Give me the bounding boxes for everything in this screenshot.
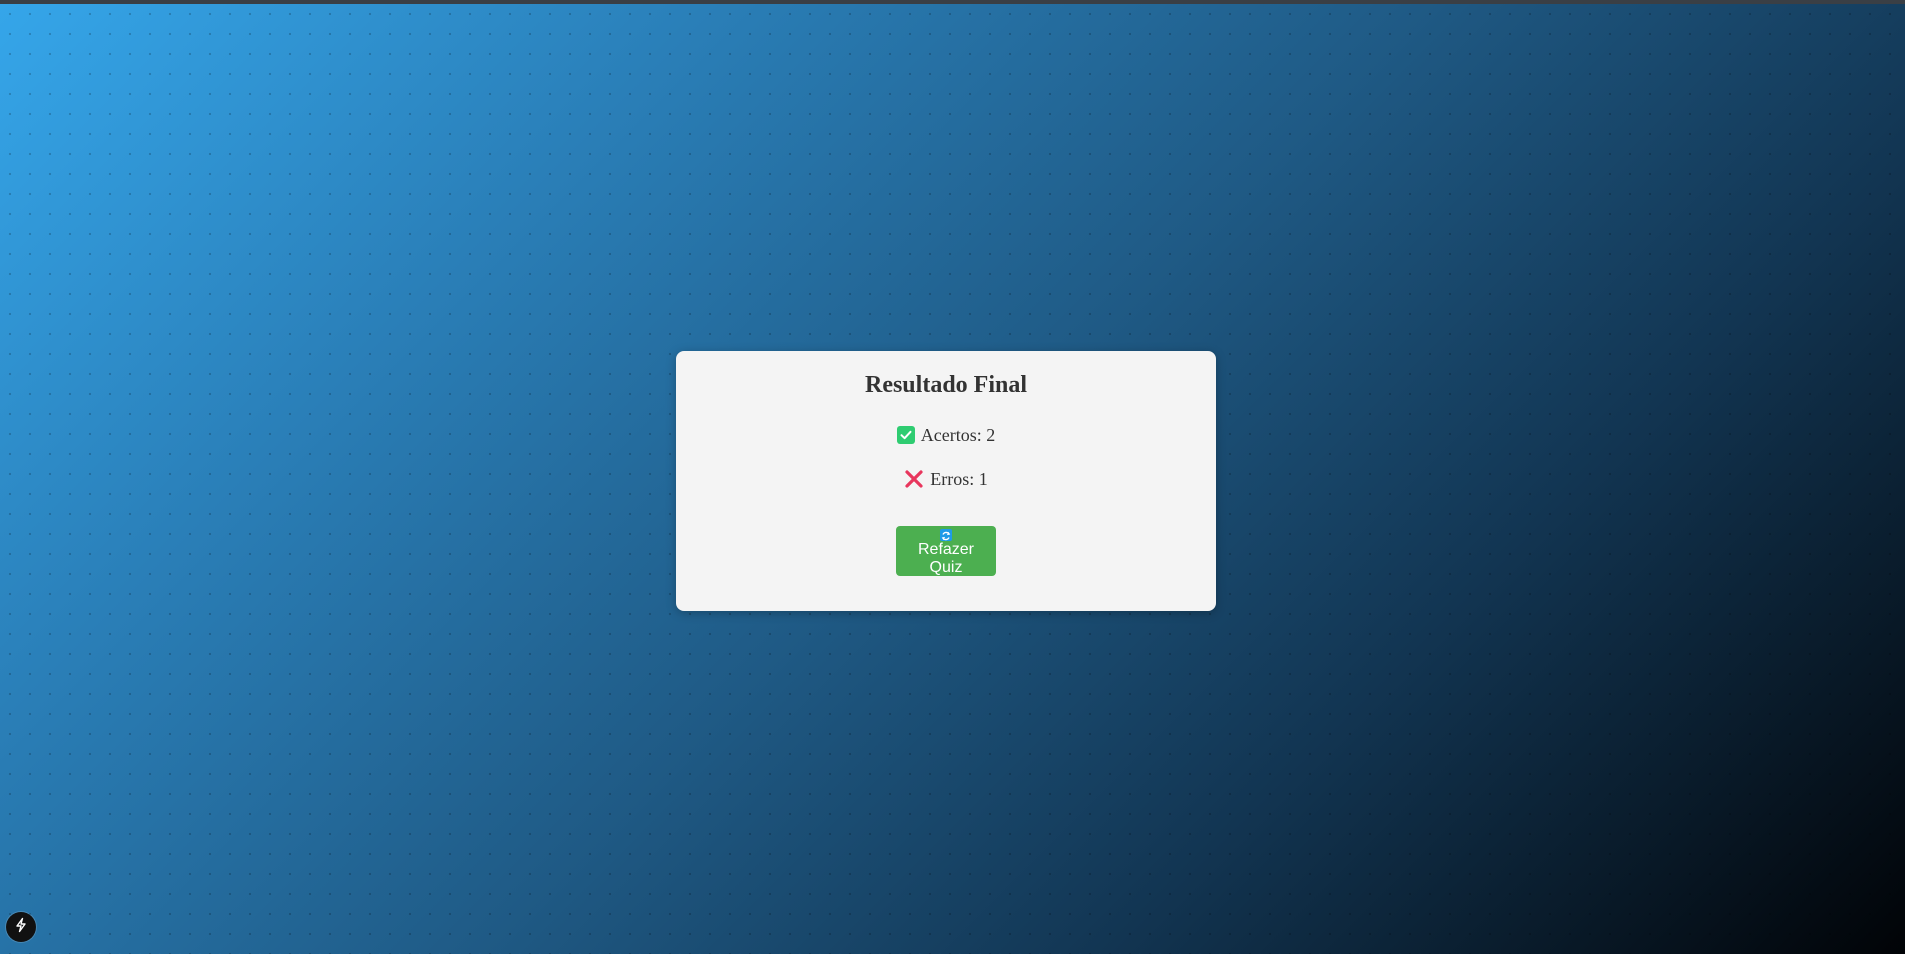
retry-quiz-button[interactable]: Refazer Quiz xyxy=(896,526,996,576)
result-card: Resultado Final Acertos: 2 Erros: 1 Refa… xyxy=(676,351,1216,611)
result-title: Resultado Final xyxy=(864,372,1028,398)
refresh-icon xyxy=(940,529,952,541)
lightning-bolt-icon xyxy=(13,917,29,938)
corner-action-badge[interactable] xyxy=(6,912,36,942)
checkbox-check-icon xyxy=(896,426,915,444)
errors-text: Erros: 1 xyxy=(930,468,988,489)
retry-quiz-label: Refazer Quiz xyxy=(917,541,975,576)
errors-row: Erros: 1 xyxy=(676,467,1216,491)
cross-x-icon xyxy=(904,469,924,489)
hits-text: Acertos: 2 xyxy=(920,424,996,445)
hits-row: Acertos: 2 xyxy=(676,423,1216,447)
browser-top-strip xyxy=(0,0,1905,4)
